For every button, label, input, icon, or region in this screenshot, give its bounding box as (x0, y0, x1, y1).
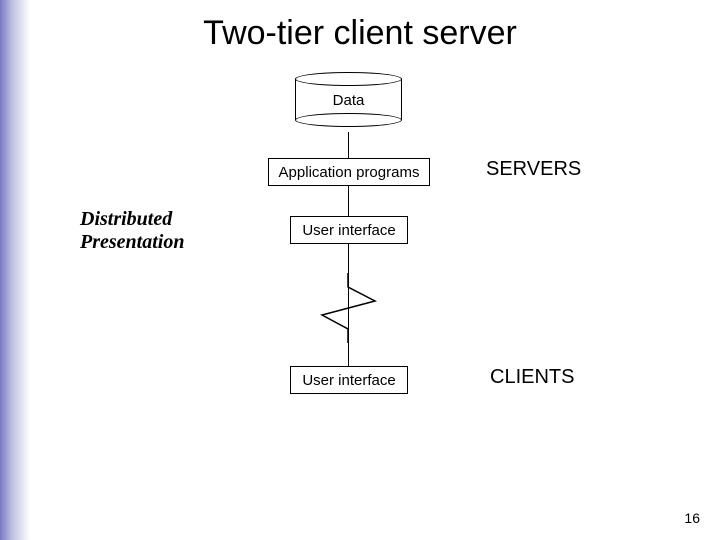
data-label: Data (295, 92, 402, 109)
distributed-line2: Presentation (80, 231, 184, 253)
data-cylinder: Data (295, 72, 402, 128)
user-interface-bottom-box: User interface (290, 366, 408, 394)
servers-label: SERVERS (486, 158, 581, 181)
distributed-presentation-label: Distributed Presentation (80, 208, 184, 254)
cylinder-bottom-ellipse (295, 113, 402, 127)
user-interface-top-label: User interface (302, 222, 395, 239)
clients-label: CLIENTS (490, 366, 574, 389)
application-programs-label: Application programs (279, 164, 420, 181)
user-interface-top-box: User interface (290, 216, 408, 244)
distributed-line1: Distributed (80, 208, 172, 230)
application-programs-box: Application programs (268, 158, 430, 186)
connector-data-to-app (348, 132, 349, 158)
network-break-icon (320, 273, 390, 343)
connector-app-to-ui1 (348, 186, 349, 216)
cylinder-top-ellipse (295, 72, 402, 86)
page-title: Two-tier client server (0, 14, 720, 53)
user-interface-bottom-label: User interface (302, 372, 395, 389)
page-number: 16 (684, 510, 700, 526)
diagram-stage: Two-tier client server Data Application … (0, 0, 720, 540)
